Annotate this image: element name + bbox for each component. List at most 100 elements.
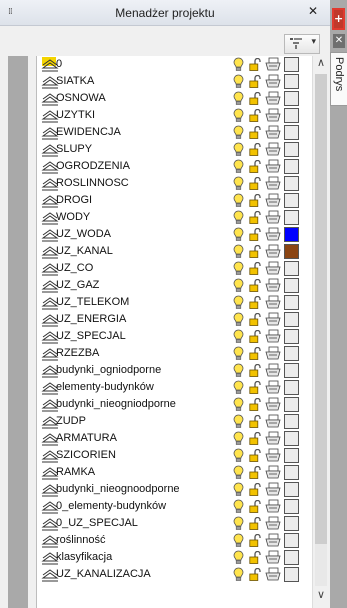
layer-color-swatch[interactable] bbox=[284, 295, 299, 310]
layer-color-swatch[interactable] bbox=[284, 431, 299, 446]
plotter-icon[interactable] bbox=[265, 380, 281, 395]
layer-row[interactable]: UZ_ENERGIA bbox=[37, 311, 313, 328]
lightbulb-icon[interactable] bbox=[233, 448, 244, 463]
layer-row[interactable]: ARMATURA bbox=[37, 430, 313, 447]
layer-color-swatch[interactable] bbox=[284, 261, 299, 276]
lightbulb-icon[interactable] bbox=[233, 516, 244, 531]
layer-row[interactable]: 0 bbox=[37, 56, 313, 73]
layer-color-swatch[interactable] bbox=[284, 312, 299, 327]
layer-row[interactable]: UZ_TELEKOM bbox=[37, 294, 313, 311]
layer-color-swatch[interactable] bbox=[284, 533, 299, 548]
unlock-icon[interactable] bbox=[249, 568, 261, 581]
lightbulb-icon[interactable] bbox=[233, 57, 244, 72]
unlock-icon[interactable] bbox=[249, 398, 261, 411]
lightbulb-icon[interactable] bbox=[233, 567, 244, 582]
layer-row[interactable]: ZUDP bbox=[37, 413, 313, 430]
layer-color-swatch[interactable] bbox=[284, 397, 299, 412]
unlock-icon[interactable] bbox=[249, 432, 261, 445]
layer-color-swatch[interactable] bbox=[284, 482, 299, 497]
unlock-icon[interactable] bbox=[249, 58, 261, 71]
tab-podrys[interactable]: Podrys bbox=[330, 52, 347, 106]
layer-color-swatch[interactable] bbox=[284, 74, 299, 89]
plotter-icon[interactable] bbox=[265, 329, 281, 344]
unlock-icon[interactable] bbox=[249, 177, 261, 190]
plotter-icon[interactable] bbox=[265, 448, 281, 463]
lightbulb-icon[interactable] bbox=[233, 261, 244, 276]
unlock-icon[interactable] bbox=[249, 534, 261, 547]
lightbulb-icon[interactable] bbox=[233, 125, 244, 140]
plotter-icon[interactable] bbox=[265, 567, 281, 582]
plotter-icon[interactable] bbox=[265, 533, 281, 548]
lightbulb-icon[interactable] bbox=[233, 397, 244, 412]
plotter-icon[interactable] bbox=[265, 363, 281, 378]
scroll-thumb[interactable] bbox=[315, 74, 327, 544]
unlock-icon[interactable] bbox=[249, 500, 261, 513]
plotter-icon[interactable] bbox=[265, 431, 281, 446]
layer-color-swatch[interactable] bbox=[284, 210, 299, 225]
plotter-icon[interactable] bbox=[265, 499, 281, 514]
layer-row[interactable]: elementy-budynków bbox=[37, 379, 313, 396]
plotter-icon[interactable] bbox=[265, 176, 281, 191]
lightbulb-icon[interactable] bbox=[233, 176, 244, 191]
unlock-icon[interactable] bbox=[249, 551, 261, 564]
layer-color-swatch[interactable] bbox=[284, 448, 299, 463]
secondary-close-button[interactable]: ✕ bbox=[333, 34, 345, 48]
lightbulb-icon[interactable] bbox=[233, 363, 244, 378]
lightbulb-icon[interactable] bbox=[233, 431, 244, 446]
unlock-icon[interactable] bbox=[249, 415, 261, 428]
plotter-icon[interactable] bbox=[265, 74, 281, 89]
plotter-icon[interactable] bbox=[265, 414, 281, 429]
plotter-icon[interactable] bbox=[265, 159, 281, 174]
layer-row[interactable]: UZYTKI bbox=[37, 107, 313, 124]
lightbulb-icon[interactable] bbox=[233, 312, 244, 327]
plotter-icon[interactable] bbox=[265, 227, 281, 242]
lightbulb-icon[interactable] bbox=[233, 193, 244, 208]
plotter-icon[interactable] bbox=[265, 312, 281, 327]
layer-color-swatch[interactable] bbox=[284, 108, 299, 123]
lightbulb-icon[interactable] bbox=[233, 159, 244, 174]
layer-color-swatch[interactable] bbox=[284, 176, 299, 191]
layer-row[interactable]: UZ_KANALIZACJA bbox=[37, 566, 313, 583]
unlock-icon[interactable] bbox=[249, 160, 261, 173]
layer-filter-dropdown[interactable]: ▾ bbox=[284, 34, 320, 54]
layer-row[interactable]: UZ_SPECJAL bbox=[37, 328, 313, 345]
layer-color-swatch[interactable] bbox=[284, 380, 299, 395]
unlock-icon[interactable] bbox=[249, 228, 261, 241]
layer-row[interactable]: RAMKA bbox=[37, 464, 313, 481]
unlock-icon[interactable] bbox=[249, 245, 261, 258]
lightbulb-icon[interactable] bbox=[233, 91, 244, 106]
layer-row[interactable]: UZ_KANAL bbox=[37, 243, 313, 260]
layer-row[interactable]: budynki_nieogniodporne bbox=[37, 396, 313, 413]
unlock-icon[interactable] bbox=[249, 296, 261, 309]
layer-color-swatch[interactable] bbox=[284, 125, 299, 140]
layer-color-swatch[interactable] bbox=[284, 363, 299, 378]
layer-color-swatch[interactable] bbox=[284, 499, 299, 514]
layer-row[interactable]: klasyfikacja bbox=[37, 549, 313, 566]
plotter-icon[interactable] bbox=[265, 142, 281, 157]
lightbulb-icon[interactable] bbox=[233, 346, 244, 361]
lightbulb-icon[interactable] bbox=[233, 550, 244, 565]
expand-button[interactable]: + bbox=[332, 8, 345, 30]
layer-color-swatch[interactable] bbox=[284, 550, 299, 565]
plotter-icon[interactable] bbox=[265, 397, 281, 412]
unlock-icon[interactable] bbox=[249, 143, 261, 156]
unlock-icon[interactable] bbox=[249, 364, 261, 377]
layer-color-swatch[interactable] bbox=[284, 414, 299, 429]
scroll-up-arrow-icon[interactable]: ∧ bbox=[313, 56, 329, 72]
unlock-icon[interactable] bbox=[249, 262, 261, 275]
layer-row[interactable]: roślinność bbox=[37, 532, 313, 549]
lightbulb-icon[interactable] bbox=[233, 227, 244, 242]
layer-row[interactable]: 0_elementy-budynków bbox=[37, 498, 313, 515]
layer-row[interactable]: DROGI bbox=[37, 192, 313, 209]
unlock-icon[interactable] bbox=[249, 381, 261, 394]
plotter-icon[interactable] bbox=[265, 261, 281, 276]
lightbulb-icon[interactable] bbox=[233, 278, 244, 293]
unlock-icon[interactable] bbox=[249, 92, 261, 105]
layer-color-swatch[interactable] bbox=[284, 465, 299, 480]
lightbulb-icon[interactable] bbox=[233, 499, 244, 514]
vertical-scrollbar[interactable]: ∧ ∨ bbox=[312, 56, 329, 608]
layer-row[interactable]: SIATKA bbox=[37, 73, 313, 90]
lightbulb-icon[interactable] bbox=[233, 74, 244, 89]
lightbulb-icon[interactable] bbox=[233, 414, 244, 429]
lightbulb-icon[interactable] bbox=[233, 244, 244, 259]
